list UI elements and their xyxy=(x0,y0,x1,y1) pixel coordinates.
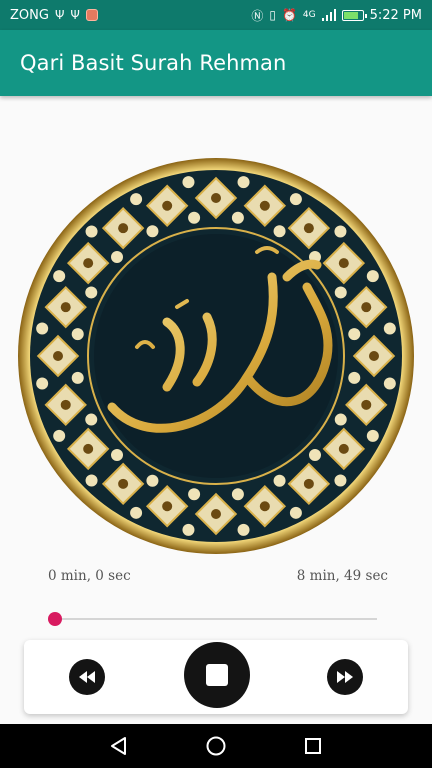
nfc-icon: Ⓝ xyxy=(251,8,264,23)
alarm-icon: ⏰ xyxy=(281,8,297,22)
status-right: Ⓝ ▯ ⏰ 4G 5:22 PM xyxy=(251,7,422,24)
fast-forward-icon xyxy=(337,671,353,683)
status-left: ZONG Ψ Ψ xyxy=(10,8,98,23)
app-notification-icon xyxy=(85,9,98,21)
app-bar: Qari Basit Surah Rehman xyxy=(0,30,432,96)
home-button[interactable] xyxy=(201,731,231,761)
battery-icon xyxy=(341,9,367,21)
stop-button[interactable] xyxy=(184,642,250,708)
seek-track xyxy=(55,618,377,620)
system-navigation-bar xyxy=(0,724,432,768)
home-icon xyxy=(206,736,226,756)
rewind-button[interactable] xyxy=(69,659,105,695)
album-artwork xyxy=(17,157,415,555)
back-button[interactable] xyxy=(104,731,134,761)
seek-thumb[interactable] xyxy=(48,612,62,626)
back-icon xyxy=(110,737,126,755)
recents-button[interactable] xyxy=(298,731,328,761)
total-time: 8 min, 49 sec xyxy=(296,568,388,584)
player-controls xyxy=(24,640,408,714)
seek-bar[interactable] xyxy=(48,612,377,626)
app-title: Qari Basit Surah Rehman xyxy=(20,51,287,75)
status-bar: ZONG Ψ Ψ Ⓝ ▯ ⏰ 4G 5:22 PM xyxy=(0,0,432,30)
current-time: 0 min, 0 sec xyxy=(48,568,131,584)
signal-icon xyxy=(321,9,336,21)
rewind-icon xyxy=(79,671,95,683)
stop-icon xyxy=(206,664,228,686)
clock: 5:22 PM xyxy=(369,7,422,23)
vibrate-icon: ▯ xyxy=(269,8,276,22)
usb-icon: Ψ xyxy=(54,8,65,22)
fast-forward-button[interactable] xyxy=(327,659,363,695)
network-type: 4G xyxy=(302,10,316,20)
carrier-label: ZONG xyxy=(10,7,49,23)
usb-debug-icon: Ψ xyxy=(70,8,80,22)
battery-level xyxy=(343,11,359,19)
recents-icon xyxy=(305,738,322,754)
